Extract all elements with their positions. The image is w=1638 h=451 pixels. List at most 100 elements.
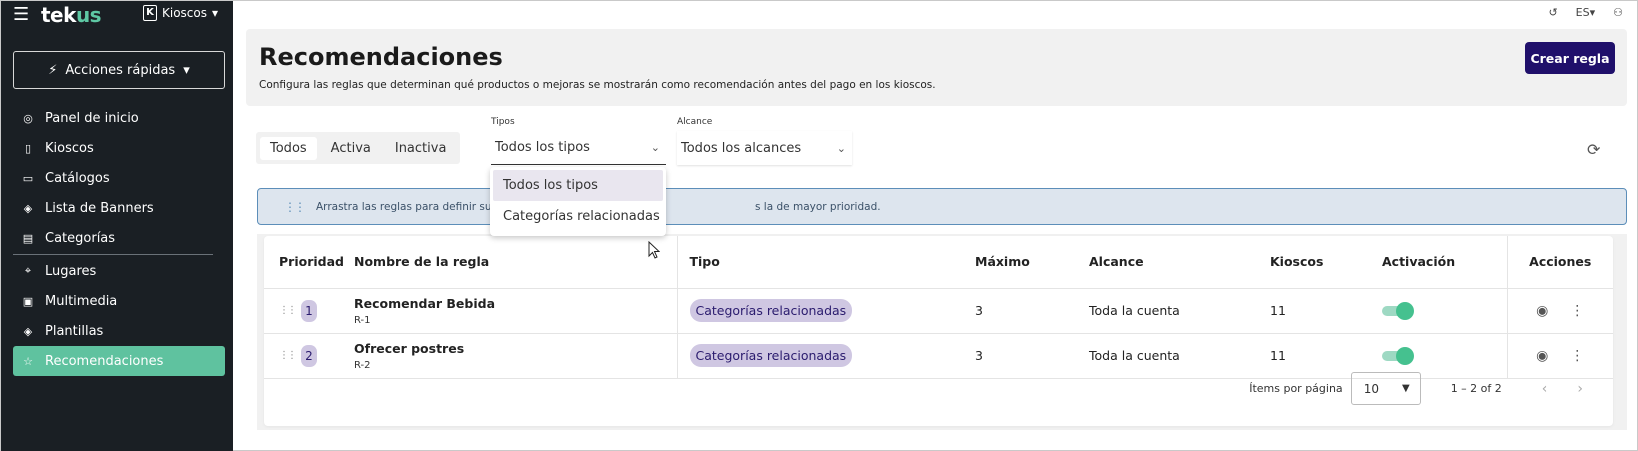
app-logo[interactable]: tekus (41, 3, 102, 27)
sidebar-item-multimedia[interactable]: ▣ Multimedia (13, 286, 225, 316)
chevron-right-icon[interactable]: › (1577, 381, 1583, 397)
chevron-left-icon[interactable]: ‹ (1542, 381, 1548, 397)
status-filter-tabs: Todos Activa Inactiva (256, 132, 461, 164)
col-prioridad[interactable]: Prioridad (264, 236, 354, 289)
tab-inactiva[interactable]: Inactiva (385, 137, 457, 160)
tab-todos[interactable]: Todos (260, 136, 317, 160)
history-icon[interactable]: ↺ (1548, 6, 1557, 19)
pin-icon: ⌖ (24, 264, 32, 277)
categories-icon: ▤ (22, 231, 34, 245)
store-selector[interactable]: K Kioscos ▾ (143, 5, 218, 21)
eye-icon[interactable]: ◉ (1536, 348, 1548, 364)
priority-badge: 2 (301, 344, 317, 367)
lightning-icon: ⚡ (48, 62, 58, 78)
col-alcance[interactable]: Alcance (1089, 236, 1270, 289)
col-tipo[interactable]: Tipo (677, 236, 975, 289)
create-rule-button[interactable]: Crear regla (1525, 42, 1615, 74)
sidebar-item-categorias[interactable]: ▤ Categorías (13, 223, 225, 253)
dropdown-option-categorias-relacionadas[interactable]: Categorías relacionadas (493, 201, 663, 232)
sidebar: ☰ tekus K Kioscos ▾ ⚡ Acciones rápidas ▾… (1, 1, 233, 451)
rule-name: Ofrecer postres (354, 340, 465, 356)
more-vertical-icon[interactable]: ⋮ (1570, 348, 1584, 364)
sidebar-item-lista-de-banners[interactable]: ◈ Lista de Banners (13, 193, 225, 223)
sidebar-item-label: Panel de inicio (45, 110, 139, 126)
priority-badge: 1 (301, 299, 317, 322)
image-icon: ▣ (22, 294, 34, 308)
tipos-dropdown: Todos los tipos Categorías relacionadas (490, 167, 666, 236)
caret-down-icon: ▼ (1401, 383, 1410, 394)
sidebar-item-catalogos[interactable]: ▭ Catálogos (13, 163, 225, 193)
table-row[interactable]: ⋮⋮ 1 Recomendar Bebida R-1 Categorías rela… (264, 288, 1613, 334)
col-nombre[interactable]: Nombre de la regla (354, 236, 678, 289)
alcance-label: Alcance (677, 117, 713, 127)
sidebar-item-label: Kioscos (45, 140, 94, 156)
alcance-select[interactable]: Alcance Todos los alcances ⌄ (677, 117, 852, 165)
chevron-down-icon: ⌄ (836, 141, 846, 155)
sidebar-item-label: Catálogos (45, 170, 110, 186)
drag-handle-icon: ⋮⋮ (284, 199, 306, 214)
store-badge-icon: K (143, 5, 157, 21)
sidebar-item-panel-de-inicio[interactable]: ◎ Panel de inicio (13, 103, 225, 133)
alcance-select-box[interactable]: Todos los alcances ⌄ (677, 131, 852, 165)
page-description: Configura las reglas que determinan qué … (259, 79, 936, 91)
rule-code: R-1 (354, 314, 371, 326)
col-acciones: Acciones (1506, 236, 1613, 289)
type-chip: Categorías relacionadas (689, 344, 853, 367)
per-page-label: Ítems por página (1249, 382, 1343, 395)
activation-toggle[interactable] (1382, 346, 1414, 365)
per-page-select[interactable]: 10 ▼ (1350, 372, 1421, 405)
eye-icon[interactable]: ◉ (1536, 303, 1548, 319)
sidebar-item-label: Lugares (45, 263, 97, 279)
pager-controls: ‹ › (1542, 381, 1583, 397)
mouse-cursor-icon (648, 241, 660, 259)
col-maximo[interactable]: Máximo (975, 236, 1089, 289)
tipos-label: Tipos (491, 117, 515, 127)
rule-name: Recomendar Bebida (354, 295, 496, 311)
rules-table: Prioridad Nombre de la regla Tipo Máximo… (264, 236, 1613, 379)
sidebar-item-label: Recomendaciones (45, 353, 164, 369)
layers-icon: ◈ (23, 201, 33, 215)
per-page-value: 10 (1363, 381, 1379, 396)
dashboard-icon: ◎ (23, 111, 33, 125)
pagination: Ítems por página 10 ▼ 1 – 2 of 2 ‹ › (264, 366, 1613, 411)
sidebar-item-recomendaciones[interactable]: ☆ Recomendaciones (13, 346, 225, 376)
nav-divider (13, 254, 213, 255)
col-kioscos[interactable]: Kioscos (1270, 236, 1382, 289)
chevron-down-icon: ⌄ (650, 141, 660, 154)
sidebar-item-label: Lista de Banners (45, 200, 154, 216)
quick-actions-button[interactable]: ⚡ Acciones rápidas ▾ (13, 51, 225, 89)
info-banner: ⋮⋮ Arrastra las reglas para definir su s… (257, 188, 1627, 225)
hamburger-menu-icon[interactable]: ☰ (13, 6, 35, 24)
sidebar-item-plantillas[interactable]: ◈ Plantillas (13, 316, 225, 346)
drag-handle-icon[interactable]: ⋮⋮ (279, 305, 297, 316)
refresh-icon[interactable]: ⟳ (1587, 140, 1600, 159)
chevron-down-icon: ▾ (212, 6, 219, 20)
tipos-select-box[interactable]: Todos los tipos ⌄ (491, 131, 666, 165)
tipos-select[interactable]: Tipos Todos los tipos ⌄ (491, 117, 666, 165)
book-icon: ▭ (22, 171, 34, 185)
kiosks-count: 11 (1270, 288, 1382, 334)
dropdown-option-todos-los-tipos[interactable]: Todos los tipos (493, 170, 663, 201)
col-activacion[interactable]: Activación (1382, 236, 1507, 289)
sidebar-item-lugares[interactable]: ⌖ Lugares (13, 256, 225, 286)
banner-text-right: s la de mayor prioridad. (755, 200, 881, 213)
sidebar-item-kioscos[interactable]: ▯ Kioscos (13, 133, 225, 163)
store-label: Kioscos (162, 6, 207, 20)
user-icon[interactable]: ⚇ (1613, 6, 1623, 19)
tab-activa[interactable]: Activa (321, 137, 381, 160)
quick-actions-label: Acciones rápidas (65, 62, 176, 78)
stack-icon: ◈ (23, 324, 33, 338)
type-chip: Categorías relacionadas (689, 299, 853, 322)
language-selector[interactable]: ES▾ (1576, 6, 1595, 19)
sidebar-item-label: Multimedia (45, 293, 118, 309)
sidebar-item-label: Categorías (45, 230, 116, 246)
topbar-actions: ↺ ES▾ ⚇ (1548, 6, 1623, 19)
page-range: 1 – 2 of 2 (1450, 382, 1502, 395)
drag-handle-icon[interactable]: ⋮⋮ (279, 350, 297, 361)
tipos-value: Todos los tipos (495, 140, 590, 155)
banner-text-left: Arrastra las reglas para definir su (316, 200, 492, 213)
more-vertical-icon[interactable]: ⋮ (1570, 303, 1584, 319)
sidebar-item-label: Plantillas (45, 323, 104, 339)
activation-toggle[interactable] (1382, 301, 1414, 320)
kiosk-icon: ▯ (24, 141, 32, 155)
